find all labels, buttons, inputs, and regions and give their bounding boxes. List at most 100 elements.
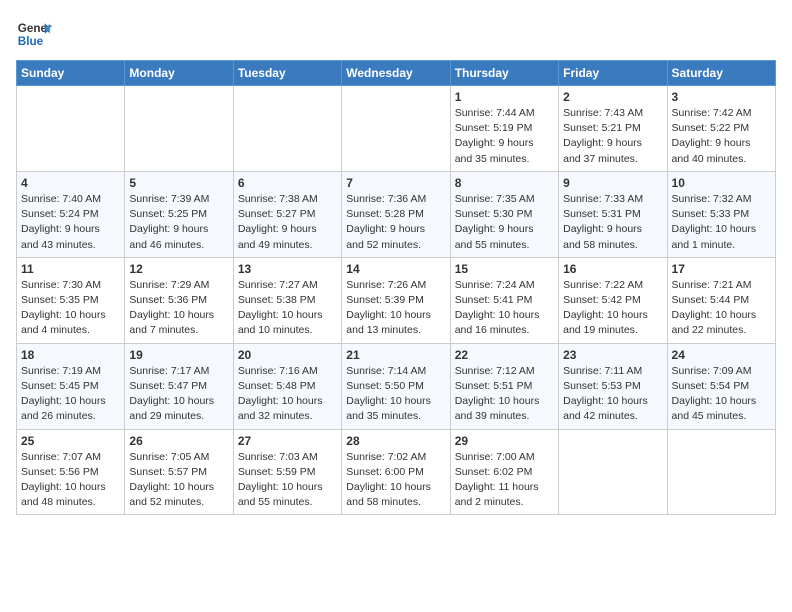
- day-info: Sunrise: 7:30 AM Sunset: 5:35 PM Dayligh…: [21, 278, 120, 339]
- day-info: Sunrise: 7:17 AM Sunset: 5:47 PM Dayligh…: [129, 364, 228, 425]
- calendar-cell: 23 Sunrise: 7:11 AM Sunset: 5:53 PM Dayli…: [559, 343, 667, 429]
- day-number: 1: [455, 90, 554, 104]
- day-number: 16: [563, 262, 662, 276]
- calendar-cell: 15 Sunrise: 7:24 AM Sunset: 5:41 PM Dayli…: [450, 257, 558, 343]
- day-info: Sunrise: 7:00 AM Sunset: 6:02 PM Dayligh…: [455, 450, 554, 511]
- calendar-cell: 29 Sunrise: 7:00 AM Sunset: 6:02 PM Dayli…: [450, 429, 558, 515]
- day-info: Sunrise: 7:38 AM Sunset: 5:27 PM Dayligh…: [238, 192, 337, 253]
- calendar-week-row: 1 Sunrise: 7:44 AM Sunset: 5:19 PM Daylig…: [17, 86, 776, 172]
- calendar-cell: 8 Sunrise: 7:35 AM Sunset: 5:30 PM Daylig…: [450, 171, 558, 257]
- day-info: Sunrise: 7:29 AM Sunset: 5:36 PM Dayligh…: [129, 278, 228, 339]
- day-info: Sunrise: 7:27 AM Sunset: 5:38 PM Dayligh…: [238, 278, 337, 339]
- calendar-cell: 14 Sunrise: 7:26 AM Sunset: 5:39 PM Dayli…: [342, 257, 450, 343]
- calendar-cell: 16Sunrise: 7:22 AM Sunset: 5:42 PM Dayli…: [559, 257, 667, 343]
- calendar-cell: [667, 429, 775, 515]
- calendar-cell: 20 Sunrise: 7:16 AM Sunset: 5:48 PM Dayli…: [233, 343, 341, 429]
- calendar-cell: [125, 86, 233, 172]
- calendar-cell: 6 Sunrise: 7:38 AM Sunset: 5:27 PM Daylig…: [233, 171, 341, 257]
- calendar-cell: 3 Sunrise: 7:42 AM Sunset: 5:22 PM Daylig…: [667, 86, 775, 172]
- day-info: Sunrise: 7:19 AM Sunset: 5:45 PM Dayligh…: [21, 364, 120, 425]
- day-info: Sunrise: 7:24 AM Sunset: 5:41 PM Dayligh…: [455, 278, 554, 339]
- day-number: 18: [21, 348, 120, 362]
- day-info: Sunrise: 7:02 AM Sunset: 6:00 PM Dayligh…: [346, 450, 445, 511]
- day-number: 22: [455, 348, 554, 362]
- day-number: 29: [455, 434, 554, 448]
- calendar-cell: 5 Sunrise: 7:39 AM Sunset: 5:25 PM Daylig…: [125, 171, 233, 257]
- calendar-week-row: 18 Sunrise: 7:19 AM Sunset: 5:45 PM Dayli…: [17, 343, 776, 429]
- calendar-cell: [233, 86, 341, 172]
- calendar-cell: 9Sunrise: 7:33 AM Sunset: 5:31 PM Daylig…: [559, 171, 667, 257]
- day-number: 7: [346, 176, 445, 190]
- day-number: 2: [563, 90, 662, 104]
- day-info: Sunrise: 7:14 AM Sunset: 5:50 PM Dayligh…: [346, 364, 445, 425]
- day-info: Sunrise: 7:35 AM Sunset: 5:30 PM Dayligh…: [455, 192, 554, 253]
- day-info: Sunrise: 7:09 AM Sunset: 5:54 PM Dayligh…: [672, 364, 771, 425]
- calendar-week-row: 4 Sunrise: 7:40 AM Sunset: 5:24 PM Daylig…: [17, 171, 776, 257]
- calendar-cell: 22Sunrise: 7:12 AM Sunset: 5:51 PM Dayli…: [450, 343, 558, 429]
- day-info: Sunrise: 7:11 AM Sunset: 5:53 PM Dayligh…: [563, 364, 662, 425]
- day-info: Sunrise: 7:42 AM Sunset: 5:22 PM Dayligh…: [672, 106, 771, 167]
- day-info: Sunrise: 7:39 AM Sunset: 5:25 PM Dayligh…: [129, 192, 228, 253]
- day-number: 8: [455, 176, 554, 190]
- calendar-cell: 4 Sunrise: 7:40 AM Sunset: 5:24 PM Daylig…: [17, 171, 125, 257]
- day-number: 14: [346, 262, 445, 276]
- calendar-cell: 28 Sunrise: 7:02 AM Sunset: 6:00 PM Dayli…: [342, 429, 450, 515]
- day-info: Sunrise: 7:21 AM Sunset: 5:44 PM Dayligh…: [672, 278, 771, 339]
- calendar-cell: 11Sunrise: 7:30 AM Sunset: 5:35 PM Dayli…: [17, 257, 125, 343]
- calendar-cell: 7 Sunrise: 7:36 AM Sunset: 5:28 PM Daylig…: [342, 171, 450, 257]
- calendar-cell: 21 Sunrise: 7:14 AM Sunset: 5:50 PM Dayli…: [342, 343, 450, 429]
- day-info: Sunrise: 7:16 AM Sunset: 5:48 PM Dayligh…: [238, 364, 337, 425]
- day-info: Sunrise: 7:32 AM Sunset: 5:33 PM Dayligh…: [672, 192, 771, 253]
- calendar-cell: [342, 86, 450, 172]
- logo: General Blue: [16, 16, 52, 52]
- day-number: 9: [563, 176, 662, 190]
- day-number: 27: [238, 434, 337, 448]
- day-number: 15: [455, 262, 554, 276]
- page-header: General Blue: [16, 16, 776, 52]
- calendar-header-row: SundayMondayTuesdayWednesdayThursdayFrid…: [17, 61, 776, 86]
- day-info: Sunrise: 7:03 AM Sunset: 5:59 PM Dayligh…: [238, 450, 337, 511]
- day-number: 3: [672, 90, 771, 104]
- day-info: Sunrise: 7:43 AM Sunset: 5:21 PM Dayligh…: [563, 106, 662, 167]
- calendar-cell: 18 Sunrise: 7:19 AM Sunset: 5:45 PM Dayli…: [17, 343, 125, 429]
- day-header-friday: Friday: [559, 61, 667, 86]
- calendar-cell: 12 Sunrise: 7:29 AM Sunset: 5:36 PM Dayli…: [125, 257, 233, 343]
- calendar-cell: 10 Sunrise: 7:32 AM Sunset: 5:33 PM Dayli…: [667, 171, 775, 257]
- day-number: 19: [129, 348, 228, 362]
- day-info: Sunrise: 7:05 AM Sunset: 5:57 PM Dayligh…: [129, 450, 228, 511]
- day-number: 24: [672, 348, 771, 362]
- day-number: 28: [346, 434, 445, 448]
- day-number: 23: [563, 348, 662, 362]
- day-number: 12: [129, 262, 228, 276]
- calendar-cell: 27 Sunrise: 7:03 AM Sunset: 5:59 PM Dayli…: [233, 429, 341, 515]
- day-info: Sunrise: 7:40 AM Sunset: 5:24 PM Dayligh…: [21, 192, 120, 253]
- calendar-table: SundayMondayTuesdayWednesdayThursdayFrid…: [16, 60, 776, 515]
- day-number: 17: [672, 262, 771, 276]
- day-number: 10: [672, 176, 771, 190]
- day-number: 20: [238, 348, 337, 362]
- day-number: 4: [21, 176, 120, 190]
- calendar-cell: 24 Sunrise: 7:09 AM Sunset: 5:54 PM Dayli…: [667, 343, 775, 429]
- day-info: Sunrise: 7:26 AM Sunset: 5:39 PM Dayligh…: [346, 278, 445, 339]
- day-number: 21: [346, 348, 445, 362]
- calendar-cell: [17, 86, 125, 172]
- calendar-cell: 2 Sunrise: 7:43 AM Sunset: 5:21 PM Daylig…: [559, 86, 667, 172]
- day-number: 6: [238, 176, 337, 190]
- calendar-cell: 26 Sunrise: 7:05 AM Sunset: 5:57 PM Dayli…: [125, 429, 233, 515]
- day-number: 13: [238, 262, 337, 276]
- day-header-monday: Monday: [125, 61, 233, 86]
- day-number: 25: [21, 434, 120, 448]
- calendar-week-row: 11Sunrise: 7:30 AM Sunset: 5:35 PM Dayli…: [17, 257, 776, 343]
- day-info: Sunrise: 7:36 AM Sunset: 5:28 PM Dayligh…: [346, 192, 445, 253]
- day-number: 26: [129, 434, 228, 448]
- calendar-cell: 13 Sunrise: 7:27 AM Sunset: 5:38 PM Dayli…: [233, 257, 341, 343]
- day-info: Sunrise: 7:07 AM Sunset: 5:56 PM Dayligh…: [21, 450, 120, 511]
- day-header-sunday: Sunday: [17, 61, 125, 86]
- day-info: Sunrise: 7:44 AM Sunset: 5:19 PM Dayligh…: [455, 106, 554, 167]
- day-header-tuesday: Tuesday: [233, 61, 341, 86]
- day-header-thursday: Thursday: [450, 61, 558, 86]
- day-number: 5: [129, 176, 228, 190]
- svg-text:Blue: Blue: [18, 35, 44, 48]
- calendar-cell: 19 Sunrise: 7:17 AM Sunset: 5:47 PM Dayli…: [125, 343, 233, 429]
- calendar-cell: 1 Sunrise: 7:44 AM Sunset: 5:19 PM Daylig…: [450, 86, 558, 172]
